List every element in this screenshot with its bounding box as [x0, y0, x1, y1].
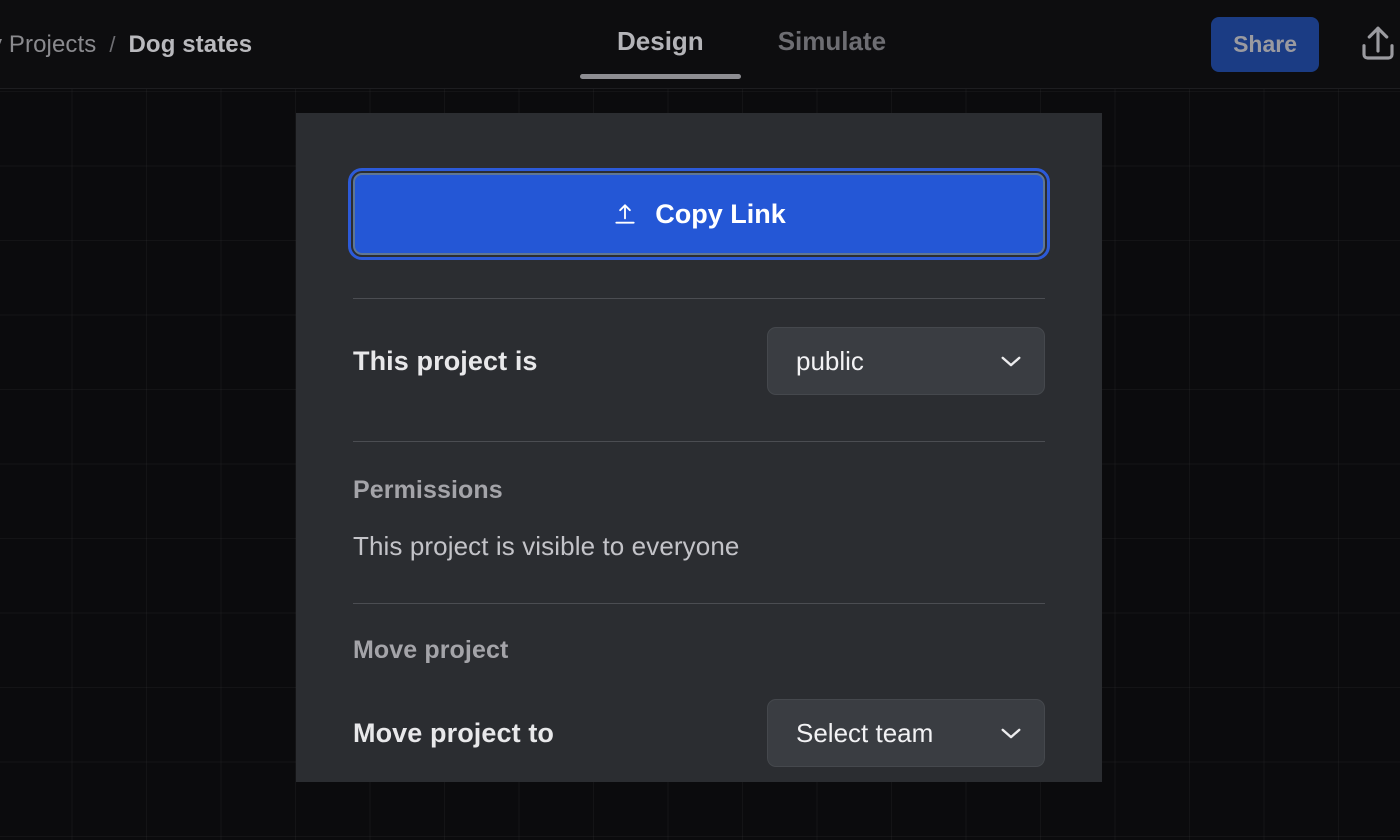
visibility-select-value: public [796, 348, 864, 374]
move-project-section: Move project Move project to Select team [353, 636, 1045, 767]
share-button[interactable]: Share [1211, 17, 1319, 72]
share-modal: Copy Link This project is public Permi [296, 113, 1102, 782]
breadcrumb: y Projects / Dog states [0, 31, 252, 59]
move-project-team-value: Select team [796, 720, 933, 746]
move-project-team-select[interactable]: Select team [767, 699, 1045, 767]
tab-design[interactable]: Design [580, 26, 741, 79]
chevron-down-icon [1000, 355, 1022, 368]
move-project-heading: Move project [353, 636, 1045, 665]
move-project-row: Move project to Select team [353, 699, 1045, 767]
copy-link-wrapper: Copy Link [353, 173, 1045, 255]
move-project-label: Move project to [353, 718, 554, 749]
permissions-description: This project is visible to everyone [353, 531, 1045, 562]
export-button[interactable] [1350, 18, 1400, 70]
visibility-select[interactable]: public [767, 327, 1045, 395]
upload-icon [1357, 23, 1399, 65]
breadcrumb-parent-link[interactable]: y Projects [0, 31, 96, 59]
top-bar: y Projects / Dog states Design Simulate … [0, 0, 1400, 89]
app-root: y Projects / Dog states Design Simulate … [0, 0, 1400, 840]
visibility-label: This project is [353, 346, 538, 377]
breadcrumb-separator: / [109, 32, 115, 58]
upload-icon [612, 201, 638, 227]
copy-link-button[interactable]: Copy Link [353, 173, 1045, 255]
permissions-heading: Permissions [353, 476, 1045, 505]
share-modal-content: Copy Link This project is public Permi [353, 173, 1045, 767]
breadcrumb-current-project[interactable]: Dog states [129, 31, 253, 59]
copy-link-label: Copy Link [655, 199, 786, 230]
chevron-down-icon [1000, 727, 1022, 740]
view-tabs: Design Simulate [580, 26, 923, 79]
tab-simulate[interactable]: Simulate [741, 26, 923, 79]
permissions-section: Permissions This project is visible to e… [353, 476, 1045, 562]
visibility-row: This project is public [353, 327, 1045, 395]
